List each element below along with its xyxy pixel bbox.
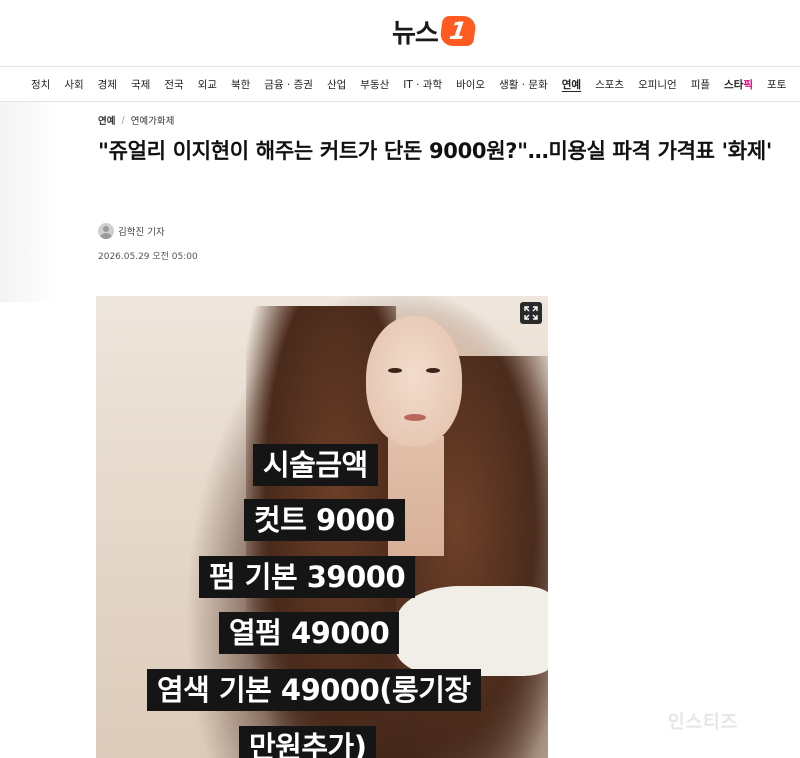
price-line-cut: 컷트 9000 — [244, 499, 405, 541]
breadcrumb-section[interactable]: 연예 — [98, 113, 115, 127]
price-line-perm: 펌 기본 39000 — [199, 556, 416, 598]
article-photo[interactable]: 시술금액 컷트 9000 펌 기본 39000 열펌 49000 염색 기본 4… — [96, 296, 548, 758]
masthead: 뉴스 1 — [0, 0, 800, 66]
left-edge-shadow — [0, 102, 60, 302]
price-line-dye: 염색 기본 49000(롱기장 — [147, 669, 481, 711]
site-logo[interactable]: 뉴스 1 — [392, 14, 477, 49]
price-line-title: 시술금액 — [253, 444, 378, 486]
article-headline: "쥬얼리 이지현이 해주는 커트가 단돈 9000원?"…미용실 파격 가격표 … — [98, 139, 772, 163]
nav-item-entertainment[interactable]: 연예 — [562, 77, 581, 92]
nav-item-bio[interactable]: 바이오 — [456, 77, 485, 92]
category-nav: 정치 사회 경제 국제 전국 외교 북한 금융 · 증권 산업 부동산 IT ·… — [0, 66, 800, 102]
nav-item-it-science[interactable]: IT · 과학 — [403, 77, 442, 92]
nav-item-north-korea[interactable]: 북한 — [231, 77, 250, 92]
nav-item-economy[interactable]: 경제 — [98, 77, 117, 92]
price-line-dye-extra: 만원추가) — [239, 726, 377, 758]
nav-item-opinion[interactable]: 오피니언 — [638, 77, 677, 92]
nav-item-industry[interactable]: 산업 — [327, 77, 346, 92]
reporter-name[interactable]: 김학진 기자 — [118, 224, 165, 238]
nav-item-national[interactable]: 전국 — [164, 77, 183, 92]
nav-item-sports[interactable]: 스포츠 — [595, 77, 624, 92]
nav-item-finance[interactable]: 금융 · 증권 — [264, 77, 313, 92]
price-list-overlay: 시술금액 컷트 9000 펌 기본 39000 열펌 49000 염색 기본 4… — [96, 296, 548, 758]
star-label: 스타 — [724, 78, 744, 91]
nav-item-people[interactable]: 피플 — [691, 77, 710, 92]
logo-text: 뉴스 — [392, 18, 439, 49]
logo-mark: 1 — [438, 16, 477, 46]
nav-item-real-estate[interactable]: 부동산 — [360, 77, 389, 92]
breadcrumb: 연예 / 연예가화제 — [98, 113, 175, 128]
nav-item-diplomacy[interactable]: 외교 — [198, 77, 217, 92]
breadcrumb-separator: / — [121, 114, 125, 126]
expand-icon[interactable] — [520, 302, 542, 324]
star-pick-suffix: 픽 — [743, 78, 754, 91]
price-line-heat-perm: 열펌 49000 — [219, 612, 400, 654]
byline: 김학진 기자 — [98, 223, 165, 239]
nav-item-photo[interactable]: 포토 — [767, 77, 786, 92]
watermark: 인스티즈 — [668, 712, 739, 733]
breadcrumb-subsection[interactable]: 연예가화제 — [131, 113, 175, 127]
nav-item-world[interactable]: 국제 — [131, 77, 150, 92]
nav-item-star-pick[interactable]: 스타픽 — [724, 77, 753, 92]
publish-date: 2026.05.29 오전 05:00 — [98, 252, 198, 262]
nav-item-life-culture[interactable]: 생활 · 문화 — [499, 77, 548, 92]
reporter-avatar-icon — [98, 223, 114, 239]
nav-item-politics[interactable]: 정치 — [31, 77, 50, 92]
nav-item-society[interactable]: 사회 — [64, 77, 83, 92]
